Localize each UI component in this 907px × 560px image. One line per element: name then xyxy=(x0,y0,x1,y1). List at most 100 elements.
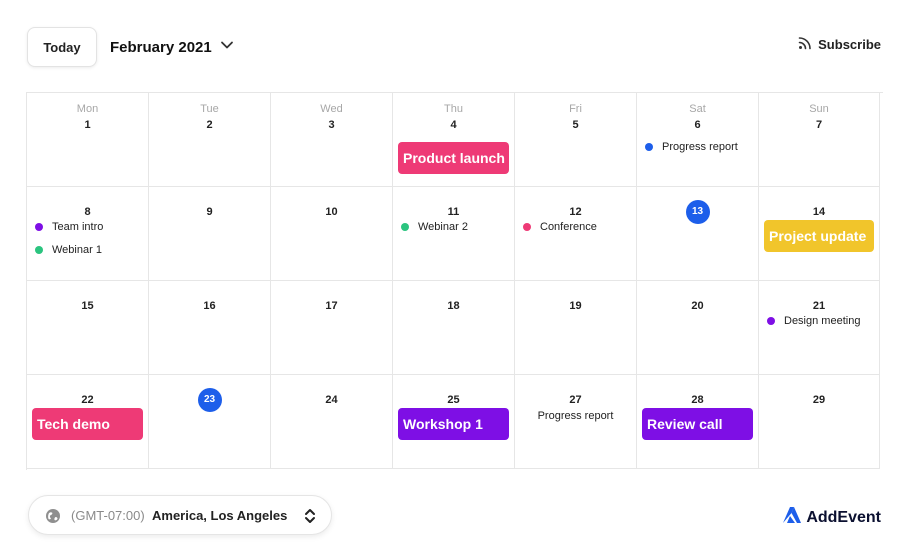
day-cell[interactable]: 13 xyxy=(637,187,759,281)
event-title: Conference xyxy=(540,221,597,233)
day-cell[interactable]: 12 Conference xyxy=(515,187,637,281)
day-number: 6 xyxy=(694,119,701,131)
day-cell[interactable]: 9 xyxy=(149,187,271,281)
day-number: 19 xyxy=(569,300,582,312)
day-cell[interactable]: 10 xyxy=(271,187,393,281)
day-cell[interactable]: 24 xyxy=(271,375,393,469)
day-cell[interactable]: 23 xyxy=(149,375,271,469)
month-dropdown[interactable]: February 2021 xyxy=(110,34,234,60)
day-number: 16 xyxy=(203,300,216,312)
event-title: Workshop 1 xyxy=(403,416,483,432)
event-title: Review call xyxy=(647,416,723,432)
day-cell[interactable]: 29 xyxy=(759,375,880,469)
day-number: 22 xyxy=(81,394,94,406)
day-cell[interactable]: 17 xyxy=(271,281,393,375)
event-block[interactable]: Workshop 1 xyxy=(398,408,509,440)
weekday-label: Sun xyxy=(809,103,829,115)
day-number: 12 xyxy=(569,206,582,218)
up-down-chevron-icon xyxy=(303,507,317,528)
event-item[interactable]: Progress report xyxy=(515,410,636,422)
addevent-logo-icon xyxy=(782,506,802,529)
day-cell[interactable]: 18 xyxy=(393,281,515,375)
event-color-dot xyxy=(401,223,409,231)
day-cell[interactable]: Sat 6 Progress report xyxy=(637,93,759,187)
day-number: 9 xyxy=(206,206,213,218)
event-item[interactable]: Conference xyxy=(523,219,632,235)
timezone-selector[interactable]: (GMT-07:00) America, Los Angeles xyxy=(28,495,332,535)
day-cell[interactable]: Wed 3 xyxy=(271,93,393,187)
day-number: 28 xyxy=(691,394,704,406)
event-block[interactable]: Product launch xyxy=(398,142,509,174)
event-block[interactable]: Project update xyxy=(764,220,874,252)
day-number: 27 xyxy=(569,394,582,406)
day-number: 14 xyxy=(812,206,826,218)
globe-icon xyxy=(45,508,61,527)
event-color-dot xyxy=(767,317,775,325)
day-cell[interactable]: 19 xyxy=(515,281,637,375)
day-number: 10 xyxy=(325,206,338,218)
event-color-dot xyxy=(35,246,43,254)
event-title: Tech demo xyxy=(37,416,110,432)
chevron-down-icon xyxy=(220,38,234,56)
event-title: Team intro xyxy=(52,221,104,233)
subscribe-label: Subscribe xyxy=(818,37,881,52)
day-cell[interactable]: 27 Progress report xyxy=(515,375,637,469)
event-item[interactable]: Design meeting xyxy=(767,313,875,329)
event-title: Webinar 1 xyxy=(52,244,102,256)
today-button[interactable]: Today xyxy=(27,27,97,67)
day-cell[interactable]: 22 Tech demo xyxy=(27,375,149,469)
day-cell[interactable]: Tue 2 xyxy=(149,93,271,187)
subscribe-button[interactable]: Subscribe xyxy=(798,36,881,53)
day-cell[interactable]: 25 Workshop 1 xyxy=(393,375,515,469)
event-item[interactable]: Progress report xyxy=(645,139,754,155)
brand-name: AddEvent xyxy=(806,508,881,526)
day-cell[interactable]: 28 Review call xyxy=(637,375,759,469)
day-cell[interactable]: 20 xyxy=(637,281,759,375)
day-cell[interactable]: Sun 7 xyxy=(759,93,880,187)
day-number: 3 xyxy=(328,119,335,131)
weekday-label: Mon xyxy=(76,103,99,115)
day-number: 11 xyxy=(447,206,460,218)
day-number: 1 xyxy=(84,119,91,131)
day-number: 25 xyxy=(447,394,460,406)
event-item[interactable]: Webinar 1 xyxy=(35,242,144,258)
event-color-dot xyxy=(523,223,531,231)
event-title: Design meeting xyxy=(784,315,861,327)
today-day-number: 23 xyxy=(197,388,222,412)
day-number: 15 xyxy=(81,300,94,312)
day-cell[interactable]: 15 xyxy=(27,281,149,375)
day-cell[interactable]: 8 Team intro Webinar 1 xyxy=(27,187,149,281)
event-item[interactable]: Team intro xyxy=(35,219,144,235)
day-cell[interactable]: Fri 5 xyxy=(515,93,637,187)
month-label: February 2021 xyxy=(110,38,212,56)
day-cell[interactable]: 11 Webinar 2 xyxy=(393,187,515,281)
addevent-brand: AddEvent xyxy=(782,506,881,529)
day-number: 24 xyxy=(325,394,338,406)
rss-icon xyxy=(798,36,812,53)
day-number: 7 xyxy=(815,119,823,131)
day-number: 20 xyxy=(691,300,704,312)
day-number: 18 xyxy=(447,300,460,312)
weekday-label: Sat xyxy=(689,103,706,115)
timezone-offset: (GMT-07:00) xyxy=(71,507,145,523)
event-item[interactable]: Webinar 2 xyxy=(401,219,510,235)
day-cell[interactable]: Mon 1 xyxy=(27,93,149,187)
day-cell[interactable]: 14 Project update xyxy=(759,187,880,281)
event-title: Progress report xyxy=(662,141,738,153)
today-day-number: 13 xyxy=(685,200,710,224)
weekday-label: Wed xyxy=(320,103,343,115)
day-number: 4 xyxy=(450,119,457,131)
month-calendar-grid: Mon 1 Tue 2 Wed 3 Thu 4 Product launch Fri 5 Sat 6 Pr… xyxy=(26,92,883,470)
event-color-dot xyxy=(645,143,653,151)
day-cell[interactable]: Thu 4 Product launch xyxy=(393,93,515,187)
event-block[interactable]: Tech demo xyxy=(32,408,143,440)
event-title: Webinar 2 xyxy=(418,221,468,233)
weekday-label: Tue xyxy=(200,103,219,115)
day-number: 5 xyxy=(572,119,579,131)
weekday-label: Thu xyxy=(444,103,463,115)
day-number: 29 xyxy=(812,394,826,406)
event-block[interactable]: Review call xyxy=(642,408,753,440)
day-cell[interactable]: 21 Design meeting xyxy=(759,281,880,375)
event-title: Project update xyxy=(769,228,867,244)
day-cell[interactable]: 16 xyxy=(149,281,271,375)
